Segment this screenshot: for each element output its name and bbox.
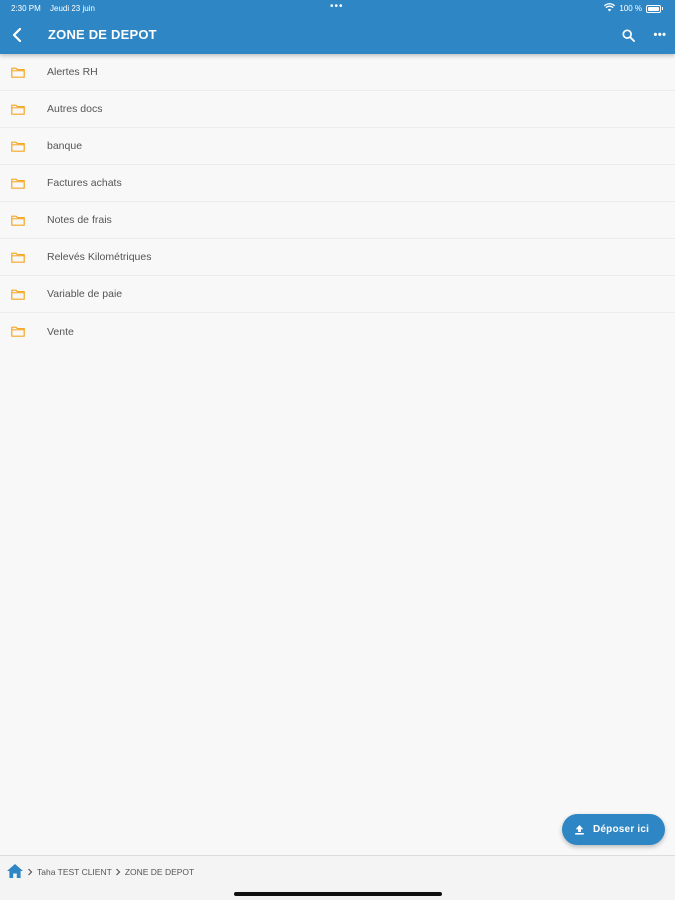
deposer-ici-button[interactable]: Déposer ici bbox=[562, 814, 665, 845]
navigation-bar: ZONE DE DEPOT ••• bbox=[0, 17, 675, 54]
wifi-icon bbox=[604, 3, 616, 14]
search-button[interactable] bbox=[617, 24, 639, 46]
folder-icon bbox=[11, 325, 27, 338]
folder-icon bbox=[11, 66, 27, 79]
folder-row-banque[interactable]: banque bbox=[0, 128, 675, 165]
folder-icon bbox=[11, 251, 27, 264]
folder-name: Factures achats bbox=[47, 177, 122, 189]
status-time: 2:30 PM bbox=[11, 4, 41, 13]
folder-icon bbox=[11, 177, 27, 190]
multitask-dots[interactable]: ••• bbox=[330, 1, 344, 12]
folder-name: Notes de frais bbox=[47, 214, 112, 226]
folder-row-autres-docs[interactable]: Autres docs bbox=[0, 91, 675, 128]
folder-icon bbox=[11, 214, 27, 227]
deposer-ici-label: Déposer ici bbox=[593, 824, 650, 835]
upload-icon bbox=[575, 825, 584, 835]
folder-name: Autres docs bbox=[47, 103, 103, 115]
folder-name: Vente bbox=[47, 325, 74, 338]
chevron-right-icon bbox=[27, 868, 33, 876]
search-icon bbox=[621, 28, 635, 42]
folder-name: Relevés Kilométriques bbox=[47, 251, 152, 263]
folder-name: banque bbox=[47, 140, 83, 152]
battery-percent: 100 % bbox=[619, 4, 642, 13]
battery-icon bbox=[646, 4, 661, 13]
folder-row-notes-de-frais[interactable]: Notes de frais bbox=[0, 202, 675, 239]
folder-row-variable-de-paie[interactable]: Variable de paie bbox=[0, 276, 675, 313]
battery-tip bbox=[662, 7, 663, 10]
top-bar: 2:30 PM Jeudi 23 juin ••• 100 % ZONE DE … bbox=[0, 0, 675, 54]
chevron-left-icon bbox=[12, 28, 22, 42]
folder-icon bbox=[11, 103, 27, 116]
home-indicator[interactable] bbox=[234, 892, 442, 896]
folder-icon bbox=[11, 140, 27, 153]
back-button[interactable] bbox=[6, 23, 28, 47]
breadcrumb-item-client[interactable]: Taha TEST CLIENT bbox=[37, 867, 112, 877]
folder-name: Alertes RH bbox=[47, 66, 98, 78]
breadcrumb: Taha TEST CLIENT ZONE DE DEPOT bbox=[6, 863, 194, 881]
folder-row-vente[interactable]: Vente bbox=[0, 313, 675, 350]
folder-name: Variable de paie bbox=[47, 288, 123, 300]
folder-list: Alertes RH Autres docs banque Factures a… bbox=[0, 54, 675, 350]
more-options-button[interactable]: ••• bbox=[650, 24, 670, 46]
status-right: 100 % bbox=[604, 3, 663, 14]
folder-row-alertes-rh[interactable]: Alertes RH bbox=[0, 54, 675, 91]
more-dots-icon: ••• bbox=[653, 29, 667, 41]
folder-row-factures-achats[interactable]: Factures achats bbox=[0, 165, 675, 202]
breadcrumb-item-current: ZONE DE DEPOT bbox=[124, 867, 195, 877]
status-bar: 2:30 PM Jeudi 23 juin ••• 100 % bbox=[0, 0, 675, 17]
status-date: Jeudi 23 juin bbox=[50, 4, 95, 13]
folder-icon bbox=[11, 288, 27, 301]
folder-row-releves-kilometriques[interactable]: Relevés Kilométriques bbox=[0, 239, 675, 276]
home-icon[interactable] bbox=[6, 863, 24, 881]
chevron-right-icon bbox=[115, 868, 121, 876]
page-title: ZONE DE DEPOT bbox=[48, 27, 157, 42]
